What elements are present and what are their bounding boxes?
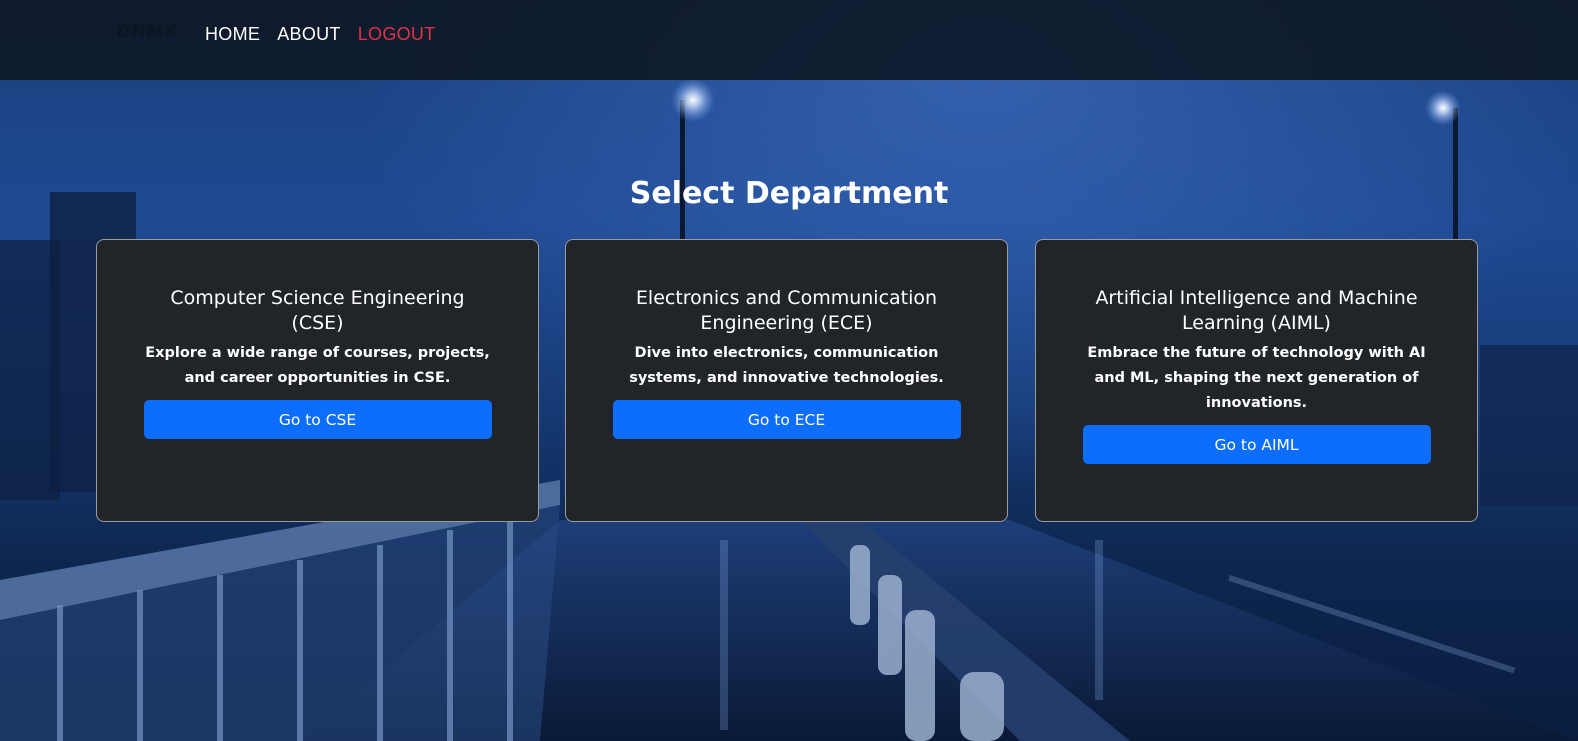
go-to-cse-button[interactable]: Go to CSE xyxy=(143,400,492,439)
card-description: Dive into electronics, communication sys… xyxy=(629,345,944,386)
go-to-ece-button[interactable]: Go to ECE xyxy=(612,400,961,439)
department-card-ece: Electronics and Communication Engineerin… xyxy=(565,239,1008,522)
department-card-aiml: Artificial Intelligence and Machine Lear… xyxy=(1035,239,1478,522)
card-description: Embrace the future of technology with AI… xyxy=(1087,345,1426,411)
nav-link-logout[interactable]: LOGOUT xyxy=(358,24,436,45)
card-title: Computer Science Engineering (CSE) xyxy=(170,287,465,334)
card-title: Artificial Intelligence and Machine Lear… xyxy=(1095,287,1418,334)
nav-link-about[interactable]: ABOUT xyxy=(277,24,341,45)
go-to-aiml-button[interactable]: Go to AIML xyxy=(1082,425,1431,464)
page-title: Select Department xyxy=(629,176,949,211)
nav-link-home[interactable]: HOME xyxy=(205,24,260,45)
department-card-cse: Computer Science Engineering (CSE) Explo… xyxy=(96,239,539,522)
navbar: DNMX HOME ABOUT LOGOUT xyxy=(0,0,1578,80)
card-title: Electronics and Communication Engineerin… xyxy=(635,287,938,334)
nav-links: HOME ABOUT LOGOUT xyxy=(205,24,436,45)
brand-logo[interactable]: DNMX xyxy=(116,22,178,42)
card-description: Explore a wide range of courses, project… xyxy=(145,345,490,386)
